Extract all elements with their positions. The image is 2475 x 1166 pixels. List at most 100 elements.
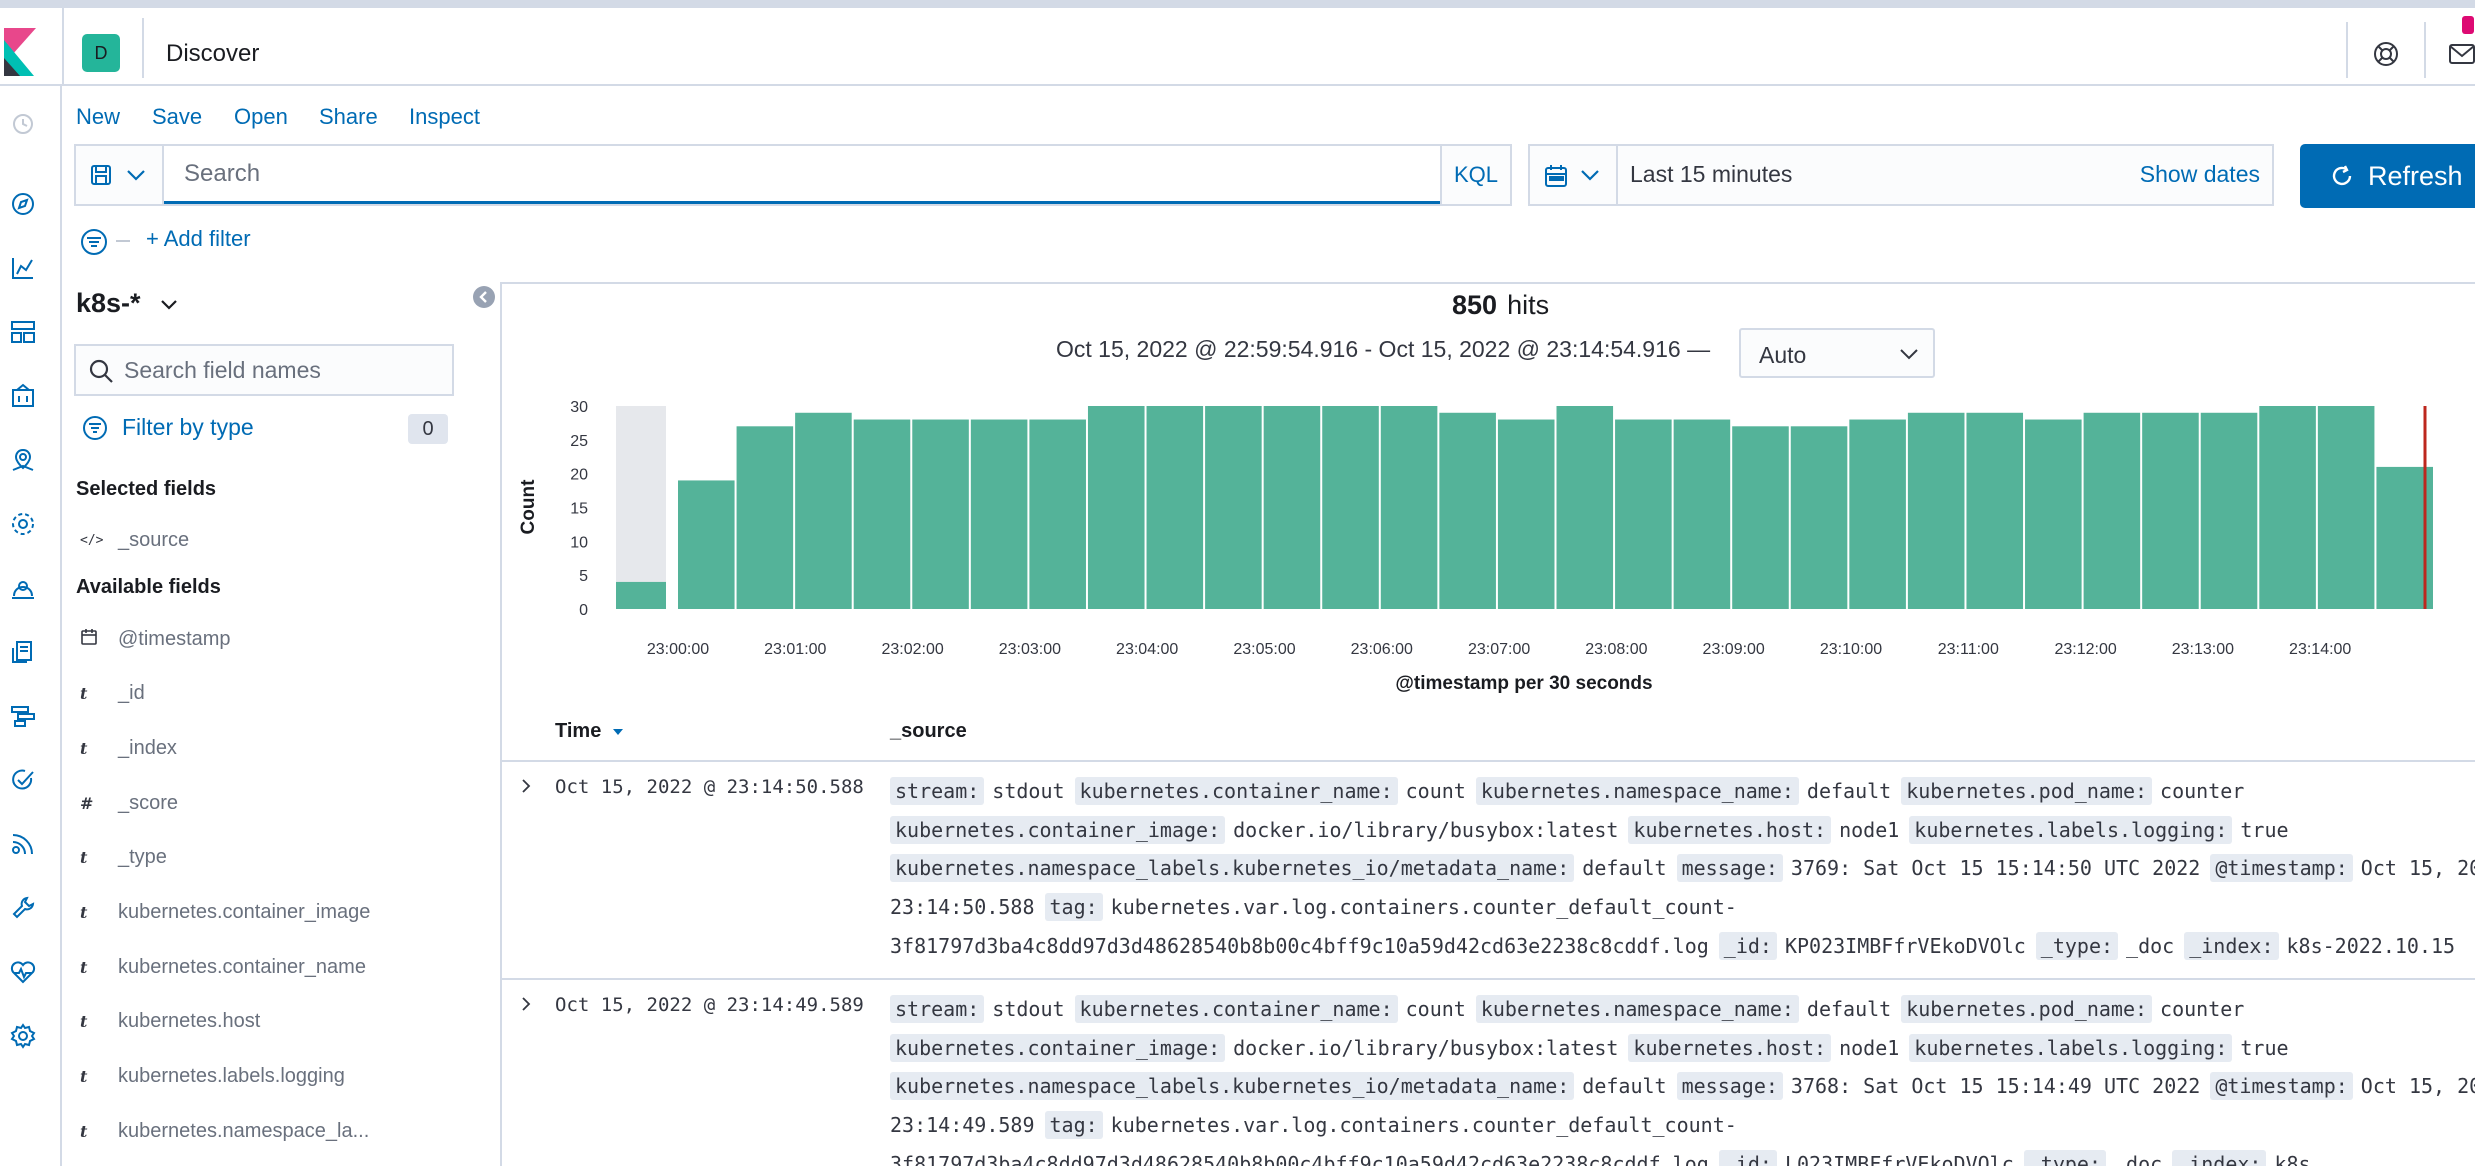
source-field-value: docker.io/library/busybox:latest xyxy=(1233,1035,1619,1060)
save-icon xyxy=(91,165,111,185)
open-button[interactable]: Open xyxy=(234,104,288,130)
field-item[interactable]: t kubernetes.namespace_la... xyxy=(80,1116,369,1146)
saved-query-button[interactable] xyxy=(76,146,164,204)
histogram-bar xyxy=(1556,406,1614,609)
histogram-bar xyxy=(2259,406,2316,609)
kql-toggle-button[interactable]: KQL xyxy=(1440,146,1510,204)
uptime-icon[interactable] xyxy=(9,766,37,794)
space-avatar[interactable]: D xyxy=(82,34,120,72)
histogram-bar xyxy=(1029,419,1086,609)
query-bar: KQL xyxy=(74,144,1512,206)
source-field-value: KP023IMBFfrVEkoDVOlc xyxy=(1784,933,2026,958)
canvas-icon[interactable] xyxy=(9,382,37,410)
quick-menu-button[interactable] xyxy=(1530,146,1618,204)
help-icon[interactable] xyxy=(2372,40,2400,68)
maps-icon[interactable] xyxy=(9,446,37,474)
field-item[interactable]: t kubernetes.labels.logging xyxy=(80,1062,345,1092)
source-field-value: default xyxy=(1806,997,1892,1021)
newsfeed-icon[interactable] xyxy=(2448,42,2475,66)
discover-icon[interactable] xyxy=(9,190,37,218)
string-type-icon: t xyxy=(80,1067,88,1087)
source-field-key: kubernetes.container_image: xyxy=(890,1033,1226,1062)
source-field-value: _doc xyxy=(2114,1151,2163,1166)
dev-tools-icon[interactable] xyxy=(9,894,37,922)
chevron-down-icon[interactable] xyxy=(158,294,180,316)
field-name: _score xyxy=(118,791,179,814)
apm-icon[interactable] xyxy=(9,702,37,730)
source-field-key: kubernetes.host: xyxy=(1628,815,1832,844)
x-tick-label: 23:08:00 xyxy=(1585,641,1647,658)
metrics-icon[interactable] xyxy=(9,574,37,602)
field-search-input[interactable] xyxy=(124,346,450,394)
filter-by-type-button[interactable]: Filter by type xyxy=(82,414,254,441)
histogram-bar xyxy=(1205,406,1262,609)
string-type-icon: t xyxy=(80,903,88,922)
source-field-value: count xyxy=(1405,779,1466,803)
search-input[interactable] xyxy=(164,146,1440,204)
string-type-icon: t xyxy=(80,957,88,977)
refresh-label: Refresh xyxy=(2368,160,2463,191)
ml-icon[interactable] xyxy=(9,510,37,538)
dashboard-icon[interactable] xyxy=(9,318,37,346)
partial-bucket-shade xyxy=(616,406,666,609)
header-divider xyxy=(62,8,64,86)
field-item[interactable]: t _type xyxy=(80,843,167,873)
kibana-logo-icon[interactable] xyxy=(0,28,40,76)
field-item[interactable]: t kubernetes.container_image xyxy=(80,898,370,928)
histogram-bar xyxy=(2142,412,2199,609)
time-column-header[interactable]: Time xyxy=(555,720,625,743)
field-name: kubernetes.container_name xyxy=(118,955,366,978)
histogram-bar xyxy=(616,581,666,609)
recent-icon[interactable] xyxy=(9,110,37,138)
source-field-value: count xyxy=(1405,997,1466,1021)
index-pattern-selector[interactable]: k8s-* xyxy=(76,288,141,319)
source-field-value: node1 xyxy=(1839,817,1900,842)
field-item-source[interactable]: </> _source xyxy=(80,525,189,555)
management-icon[interactable] xyxy=(9,1022,37,1050)
source-field-key: _id: xyxy=(1718,1149,1777,1166)
interval-select[interactable]: Auto xyxy=(1739,328,1935,378)
y-tick-label: 15 xyxy=(570,501,588,518)
filter-options-icon[interactable] xyxy=(80,228,108,256)
add-filter-button[interactable]: + Add filter xyxy=(146,226,251,252)
field-item[interactable]: t _index xyxy=(80,733,177,763)
source-line: kubernetes.container_image: docker.io/lib… xyxy=(890,1031,2299,1065)
expand-row-icon[interactable] xyxy=(516,994,536,1014)
field-item[interactable]: t kubernetes.container_name xyxy=(80,952,366,982)
share-button[interactable]: Share xyxy=(319,104,378,130)
source-field-key: @timestamp: xyxy=(2210,1072,2353,1101)
notification-badge xyxy=(2462,16,2474,34)
header-divider xyxy=(2424,22,2426,78)
source-field-value: k8s xyxy=(2274,1151,2311,1166)
header-divider xyxy=(142,18,144,78)
siem-icon[interactable] xyxy=(9,830,37,858)
visualize-icon[interactable] xyxy=(9,254,37,282)
x-tick-label: 23:14:00 xyxy=(2289,641,2351,658)
date-range-text[interactable]: Last 15 minutes xyxy=(1630,161,1792,188)
field-item[interactable]: @timestamp xyxy=(80,624,231,654)
interval-value: Auto xyxy=(1759,342,1807,368)
string-type-icon: t xyxy=(80,1121,88,1141)
source-field-key: tag: xyxy=(1044,1111,1103,1140)
histogram-bar xyxy=(736,426,794,609)
source-field-key: kubernetes.namespace_name: xyxy=(1475,777,1799,805)
field-item[interactable]: t _id xyxy=(80,679,145,709)
source-field-key: message: xyxy=(1676,854,1783,883)
hits-number: 850 xyxy=(1452,290,1498,320)
field-item[interactable]: # _score xyxy=(80,788,178,818)
source-field-value: 3f81797d3ba4c8dd97d3d48628540b8b00c4bff9… xyxy=(890,1151,1709,1166)
show-dates-button[interactable]: Show dates xyxy=(2140,161,2260,188)
logs-icon[interactable] xyxy=(9,638,37,666)
refresh-button[interactable]: Refresh xyxy=(2300,144,2475,208)
expand-row-icon[interactable] xyxy=(516,776,536,796)
save-button[interactable]: Save xyxy=(152,104,202,130)
available-fields-heading: Available fields xyxy=(76,576,221,598)
x-tick-label: 23:00:00 xyxy=(647,641,709,658)
collapse-sidebar-button[interactable] xyxy=(473,286,495,308)
source-field-key: @timestamp: xyxy=(2210,854,2353,883)
inspect-button[interactable]: Inspect xyxy=(409,104,480,130)
field-item[interactable]: t kubernetes.host xyxy=(80,1007,260,1037)
new-button[interactable]: New xyxy=(76,104,120,130)
histogram-bar xyxy=(1439,412,1496,609)
monitoring-icon[interactable] xyxy=(9,958,37,986)
